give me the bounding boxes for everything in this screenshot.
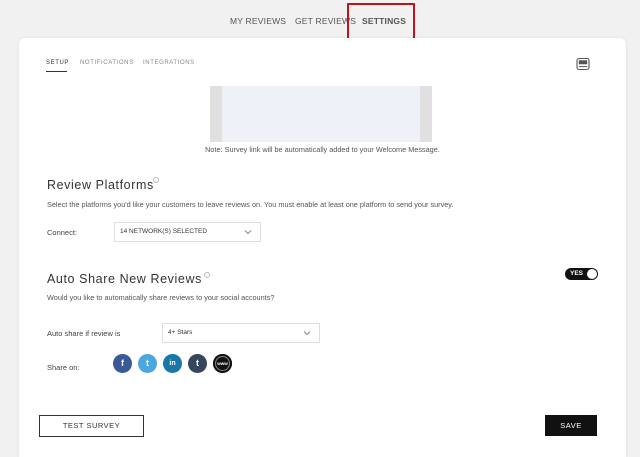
twitter-share-icon[interactable]: t bbox=[138, 354, 157, 373]
toggle-knob bbox=[587, 269, 597, 279]
top-nav: MY REVIEWS GET REVIEWS SETTINGS bbox=[0, 0, 640, 41]
auto-share-if-label: Auto share if review is bbox=[47, 329, 121, 338]
tumblr-glyph: t bbox=[196, 358, 199, 368]
auto-share-rating-select[interactable]: 4+ Stars bbox=[162, 323, 320, 343]
auto-share-info-icon[interactable]: i bbox=[204, 272, 210, 278]
settings-highlight-box bbox=[347, 3, 415, 41]
auto-share-toggle-label: YES bbox=[570, 270, 584, 277]
review-platforms-info-icon[interactable]: i bbox=[153, 177, 159, 183]
auto-share-rating-value: 4+ Stars bbox=[168, 329, 193, 336]
facebook-glyph: f bbox=[121, 358, 124, 368]
website-share-icon[interactable]: www bbox=[213, 354, 232, 373]
auto-share-title: Auto Share New Reviews bbox=[47, 272, 202, 286]
tumblr-share-icon[interactable]: t bbox=[188, 354, 207, 373]
connect-label: Connect: bbox=[47, 228, 78, 237]
connect-networks-value: 14 NETWORK(S) SELECTED bbox=[120, 228, 208, 235]
auto-share-description: Would you like to automatically share re… bbox=[47, 293, 275, 302]
subtab-notifications[interactable]: NOTIFICATIONS bbox=[80, 60, 134, 66]
connect-networks-select[interactable]: 14 NETWORK(S) SELECTED bbox=[114, 222, 261, 242]
auto-share-toggle[interactable]: YES bbox=[565, 268, 598, 280]
review-platforms-title: Review Platforms bbox=[47, 178, 154, 192]
review-platforms-description: Select the platforms you'd like your cus… bbox=[47, 200, 454, 209]
share-on-label: Share on: bbox=[47, 363, 80, 372]
subtab-integrations[interactable]: INTEGRATIONS bbox=[143, 60, 195, 66]
test-survey-button[interactable]: TEST SURVEY bbox=[39, 415, 144, 437]
subtab-active-underline bbox=[46, 71, 67, 72]
twitter-glyph: t bbox=[146, 358, 149, 368]
survey-link-note: Note: Survey link will be automatically … bbox=[205, 145, 440, 154]
settings-card: SETUP NOTIFICATIONS INTEGRATIONS Note: S… bbox=[19, 38, 626, 457]
linkedin-share-icon[interactable]: in bbox=[163, 354, 182, 373]
survey-preview bbox=[210, 86, 432, 142]
tab-my-reviews[interactable]: MY REVIEWS bbox=[230, 16, 286, 26]
subtab-setup[interactable]: SETUP bbox=[46, 60, 69, 66]
linkedin-glyph: in bbox=[169, 360, 176, 367]
device-preview-icon[interactable] bbox=[576, 57, 590, 71]
survey-preview-frame bbox=[222, 86, 420, 142]
chevron-down-icon bbox=[244, 230, 252, 235]
chevron-down-icon bbox=[303, 331, 311, 336]
save-button[interactable]: SAVE bbox=[545, 415, 597, 436]
website-glyph: www bbox=[217, 361, 228, 366]
facebook-share-icon[interactable]: f bbox=[113, 354, 132, 373]
